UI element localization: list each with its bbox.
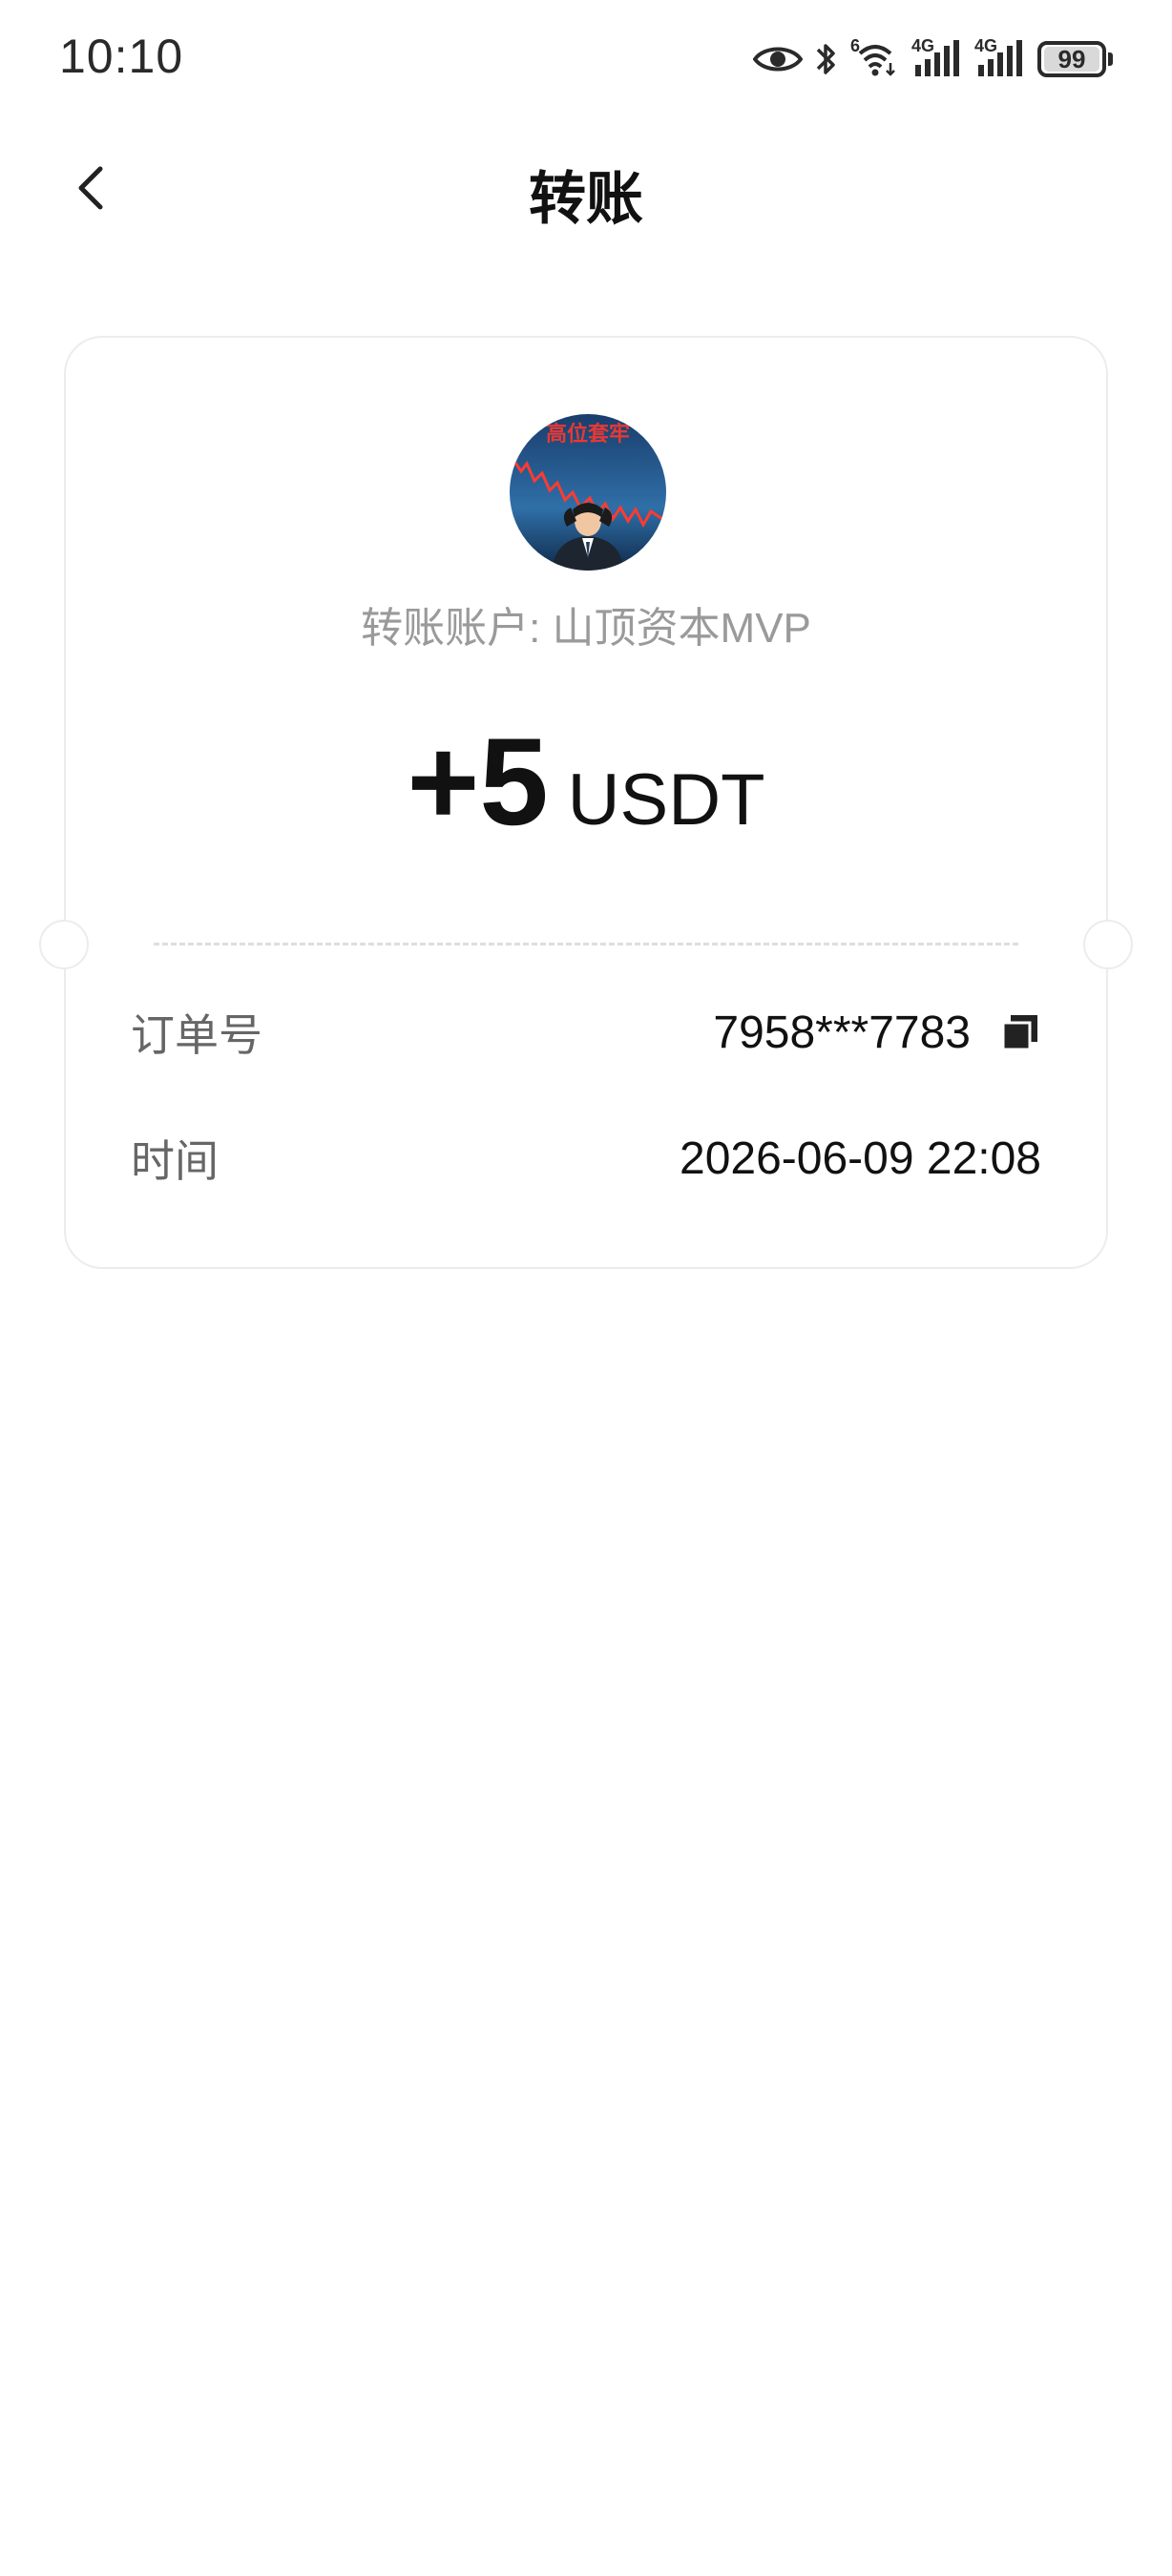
- avatar: 高位套牢: [510, 414, 666, 571]
- order-number-value: 7958***7783: [713, 1007, 971, 1058]
- dashed-divider: [154, 943, 1018, 945]
- ticket-notch-left: [39, 920, 89, 969]
- page-title: 转账: [529, 167, 643, 231]
- cellular-signal-icon-2: 4G: [974, 36, 1026, 78]
- time-value: 2026-06-09 22:08: [680, 1132, 1041, 1184]
- transfer-account: 转账账户: 山顶资本MVP: [361, 605, 811, 652]
- time-row: 时间 2026-06-09 22:08: [131, 1120, 1041, 1196]
- time-label: 时间: [131, 1136, 219, 1186]
- status-bar: 10:10 6 4G 4G 99: [0, 0, 1172, 114]
- status-icons: 6 4G 4G 99: [753, 31, 1113, 88]
- amount-display: +5 USDT: [66, 710, 1106, 853]
- header: 转账: [0, 134, 1172, 239]
- amount-currency: USDT: [567, 759, 765, 841]
- copy-icon[interactable]: [999, 1011, 1041, 1053]
- battery-icon: 99: [1037, 41, 1113, 77]
- transfer-card: 高位套牢 转账账户: 山顶资本MVP +5 USDT 订单号 7958***77…: [35, 336, 1137, 1269]
- transfer-screen: 10:10 6 4G 4G 99 转账 高位套牢 转账账户: 山顶资本MVP +…: [0, 0, 1172, 2576]
- battery-level: 99: [1044, 45, 1099, 73]
- cellular-signal-icon: 4G: [911, 36, 963, 78]
- status-time: 10:10: [59, 30, 184, 83]
- bluetooth-icon: [814, 39, 839, 79]
- amount-value: +5: [407, 712, 549, 851]
- wifi-icon: 6: [850, 36, 900, 78]
- ticket-notch-right: [1083, 920, 1133, 969]
- order-number-label: 订单号: [131, 1010, 262, 1060]
- order-number-row: 订单号 7958***7783: [131, 994, 1041, 1070]
- avatar-caption: 高位套牢: [546, 422, 630, 447]
- eye-icon: [753, 43, 803, 75]
